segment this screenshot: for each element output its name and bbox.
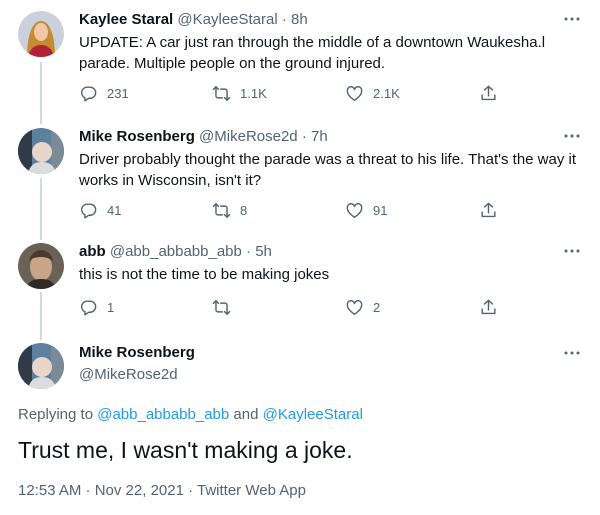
more-options-icon[interactable] [562,11,582,27]
retweet-icon [212,201,231,220]
avatar[interactable] [18,128,64,174]
like-button[interactable]: 91 [345,201,387,220]
like-icon [345,201,364,220]
author-handle[interactable]: @KayleeStaral [177,11,277,28]
retweet-icon [212,298,231,317]
author-name[interactable]: Mike Rosenberg [79,343,195,363]
like-count: 91 [373,203,388,218]
reply-button[interactable]: 1 [79,298,114,317]
tweet-actions: 1 2 [79,298,509,320]
separator: · [277,11,292,28]
focused-tweet-text: Trust me, I wasn't making a joke. [18,437,353,463]
tweet-time[interactable]: 5h [255,243,272,260]
retweet-count: 8 [240,203,248,218]
replying-to: Replying to @abb_abbabb_abb and @KayleeS… [18,405,363,425]
tweet-actions: 41 8 91 [79,201,509,223]
like-count: 2 [373,300,381,315]
share-button[interactable] [479,201,498,220]
author-handle[interactable]: @abb_abbabb_abb [110,243,242,260]
share-icon [479,298,498,317]
reply-count: 1 [107,300,115,315]
retweet-button[interactable] [212,298,240,317]
author-name[interactable]: abb [79,243,106,260]
share-button[interactable] [479,84,498,103]
separator: · [297,128,311,145]
retweet-button[interactable]: 1.1K [212,84,267,103]
retweet-button[interactable]: 8 [212,201,247,220]
mention-link[interactable]: @KayleeStaral [263,406,363,423]
author-handle[interactable]: @MikeRose2d [199,128,298,145]
reply-icon [79,84,98,103]
reply-count: 41 [107,203,122,218]
reply-button[interactable]: 41 [79,201,121,220]
tweet-time[interactable]: 8h [291,11,308,28]
tweet[interactable]: abb @abb_abbabb_abb · 5h this is not the… [0,235,600,335]
like-icon [345,84,364,103]
tweet-timestamp[interactable]: 12:53 AM · Nov 22, 2021 · Twitter Web Ap… [18,481,306,501]
tweet[interactable]: Mike Rosenberg @MikeRose2d · 7h Driver p… [0,120,600,235]
tweet-time[interactable]: 7h [311,128,328,145]
mention-link[interactable]: @abb_abbabb_abb [97,406,229,423]
share-button[interactable] [479,298,498,317]
like-count: 2.1K [373,86,400,101]
more-options-icon[interactable] [562,128,582,144]
more-options-icon[interactable] [562,345,582,361]
reply-icon [79,201,98,220]
avatar[interactable] [18,343,64,389]
tweet-text: Driver probably thought the parade was a… [79,151,577,189]
tweet-text: this is not the time to be making jokes [79,266,330,283]
author-handle[interactable]: @MikeRose2d [79,365,178,385]
avatar[interactable] [18,11,64,57]
retweet-icon [212,84,231,103]
like-button[interactable]: 2 [345,298,380,317]
replying-and: and [229,406,263,423]
tweet-actions: 231 1.1K 2.1K [79,84,509,106]
author-name[interactable]: Mike Rosenberg [79,128,195,145]
share-icon [479,201,498,220]
more-options-icon[interactable] [562,243,582,259]
like-button[interactable]: 2.1K [345,84,400,103]
like-icon [345,298,364,317]
retweet-count: 1.1K [240,86,267,101]
replying-prefix: Replying to [18,406,98,423]
reply-count: 231 [107,86,129,101]
tweet-text: UPDATE: A car just ran through the middl… [79,34,546,72]
author-name[interactable]: Kaylee Staral [79,11,173,28]
avatar[interactable] [18,243,64,289]
share-icon [479,84,498,103]
focused-tweet: Mike Rosenberg @MikeRose2d Replying to @… [0,335,600,515]
reply-button[interactable]: 231 [79,84,129,103]
reply-icon [79,298,98,317]
separator: · [241,243,256,260]
tweet[interactable]: Kaylee Staral @KayleeStaral · 8h UPDATE:… [0,0,600,120]
